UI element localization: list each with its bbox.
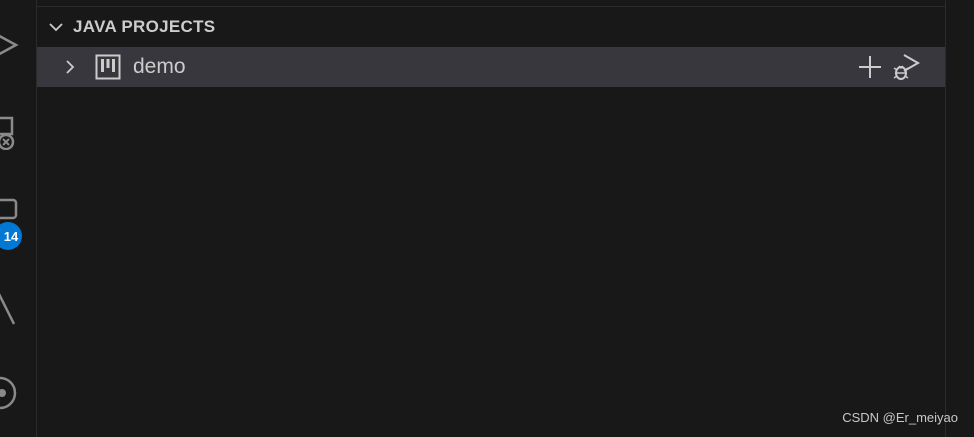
remote-explorer-icon[interactable] (0, 116, 20, 151)
debug-run-icon (893, 54, 921, 80)
chevron-down-icon (49, 23, 63, 32)
section-header[interactable]: JAVA PROJECTS (37, 9, 945, 45)
section-title: JAVA PROJECTS (73, 17, 216, 36)
row-actions (855, 52, 921, 82)
activity-bar: 14 (0, 0, 37, 437)
plus-icon (859, 56, 881, 78)
explorer-panel: JAVA PROJECTS demo (37, 0, 945, 437)
divider (37, 6, 945, 7)
tree-item-label: demo (133, 55, 186, 78)
extension-icon[interactable] (0, 373, 26, 413)
tree-item-demo[interactable]: demo (37, 47, 945, 87)
project-icon (95, 54, 121, 80)
run-icon[interactable] (0, 28, 20, 62)
notification-badge: 14 (0, 222, 22, 250)
right-edge (945, 0, 974, 437)
chevron-right-icon[interactable] (61, 58, 79, 76)
testing-icon[interactable] (0, 286, 20, 325)
watermark: CSDN @Er_meiyao (842, 410, 958, 425)
debug-run-button[interactable] (891, 52, 921, 82)
new-java-project-button[interactable] (855, 52, 885, 82)
